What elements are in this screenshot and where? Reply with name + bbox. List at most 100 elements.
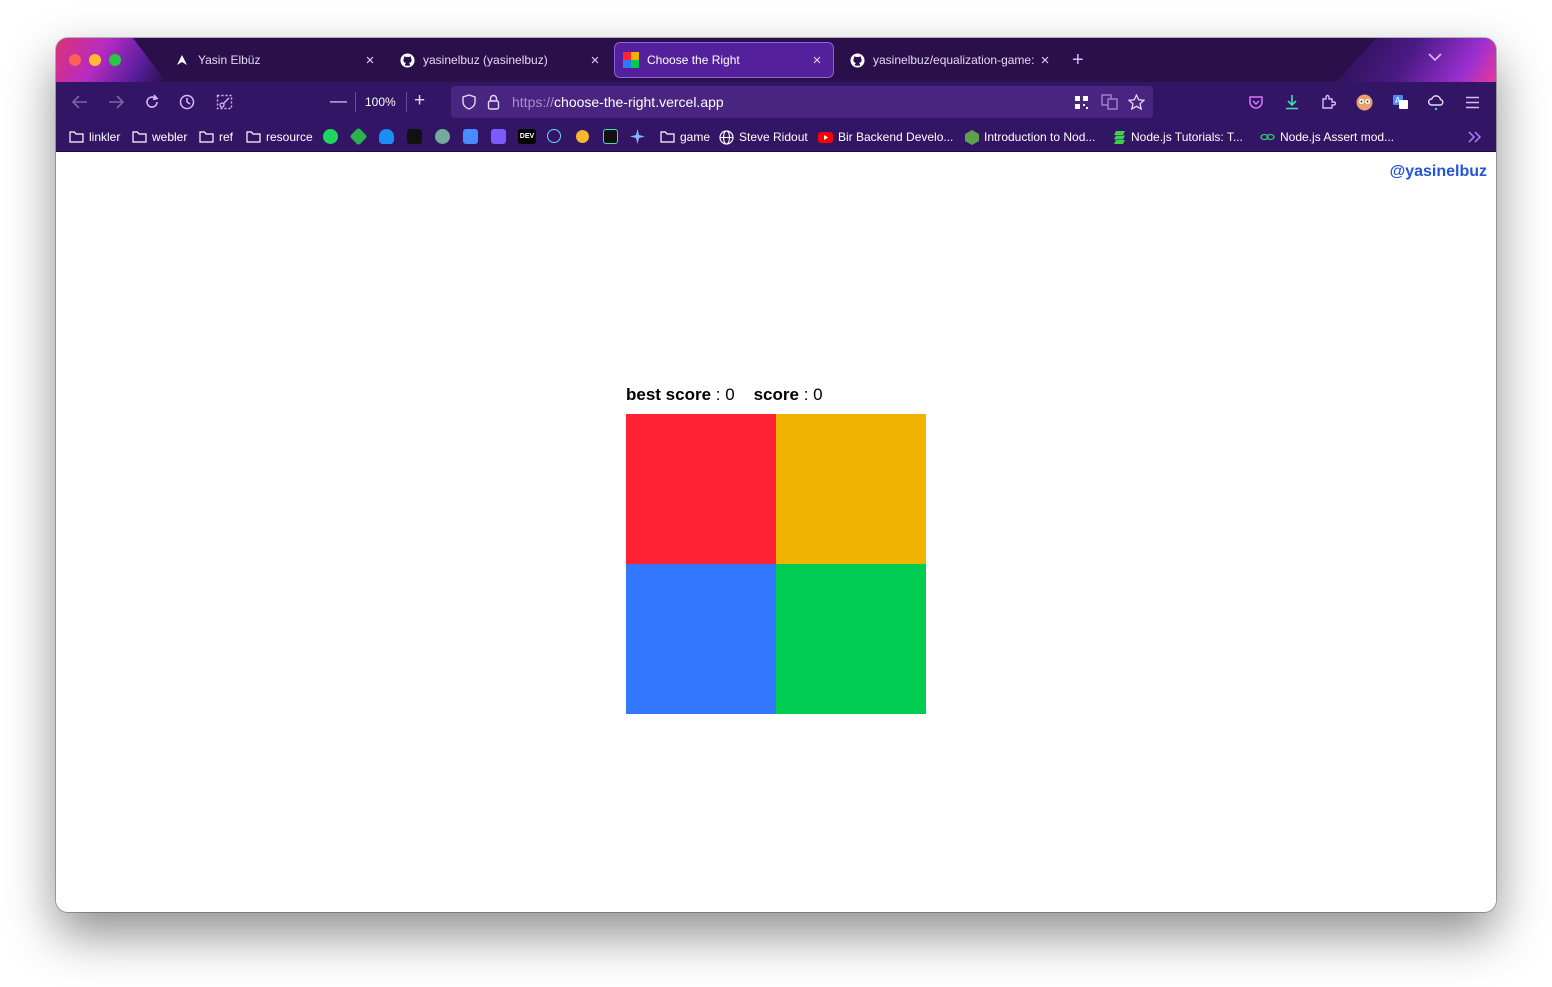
zoom-out-button[interactable]: —: [330, 91, 347, 111]
zoom-level[interactable]: 100%: [365, 95, 396, 109]
folder-icon: [199, 131, 214, 143]
bookmark-label: Introduction to Nod...: [984, 130, 1096, 144]
bookmark-label: Node.js Assert mod...: [1280, 130, 1395, 144]
more-bookmarks-chevron-icon[interactable]: [1468, 128, 1482, 146]
bookmark-label: ref: [219, 130, 234, 144]
score-value: 0: [813, 385, 823, 404]
new-tab-button[interactable]: +: [1072, 50, 1084, 70]
bookmark-label: webler: [152, 130, 188, 144]
bookmark-folder-game[interactable]: game: [660, 128, 710, 146]
folder-icon: [132, 131, 147, 143]
score-label: score: [753, 385, 799, 404]
tab-github-repo[interactable]: yasinelbuz/equalization-game: ×: [841, 42, 1061, 78]
zoom-in-button[interactable]: +: [414, 90, 425, 112]
bookmark-folder-webler[interactable]: webler: [132, 128, 187, 146]
theme-decoration-right: [1336, 38, 1496, 82]
green-square[interactable]: [776, 564, 926, 714]
tab-label: Choose the Right: [647, 53, 740, 67]
page-content: @yasinelbuz best score : 0 score : 0: [56, 152, 1496, 912]
bookmark-backend-developer[interactable]: Bir Backend Develo...: [818, 128, 953, 146]
maximize-window-button[interactable]: [109, 54, 121, 66]
bookmark-folder-ref[interactable]: ref: [199, 128, 233, 146]
reload-icon[interactable]: [142, 92, 162, 112]
profile-avatar-icon[interactable]: [1354, 92, 1374, 112]
red-square[interactable]: [626, 414, 776, 564]
close-icon[interactable]: ×: [1037, 52, 1053, 69]
tab-label: yasinelbuz/equalization-game:: [873, 53, 1035, 67]
score-bar: best score : 0 score : 0: [626, 385, 823, 404]
cloud-sync-icon[interactable]: [1426, 92, 1446, 112]
globe-icon: [719, 129, 734, 145]
bookmark-label: game: [680, 130, 711, 144]
github-icon: [399, 52, 415, 68]
divider: [355, 92, 356, 112]
github-icon: [849, 52, 865, 68]
activity-icon[interactable]: [603, 129, 618, 144]
folder-icon: [246, 131, 261, 143]
author-link[interactable]: @yasinelbuz: [1390, 163, 1487, 181]
react-icon[interactable]: [547, 129, 561, 143]
youtube-icon: [818, 131, 833, 143]
sparkle-icon[interactable]: [630, 129, 645, 144]
yellow-square[interactable]: [776, 414, 926, 564]
translate-icon[interactable]: [463, 129, 478, 144]
stack-icon: [1113, 130, 1126, 145]
cursor-icon[interactable]: [407, 129, 422, 144]
spotify-icon[interactable]: [323, 129, 338, 144]
qr-code-icon[interactable]: [1071, 92, 1091, 112]
blue-square[interactable]: [626, 564, 776, 714]
dev-icon[interactable]: DEV: [518, 129, 536, 144]
close-icon[interactable]: ×: [809, 52, 825, 69]
bookmark-label: Steve Ridout: [739, 130, 808, 144]
url-field[interactable]: https://choose-the-right.vercel.app: [512, 94, 724, 110]
bookmark-star-icon[interactable]: [1126, 92, 1146, 112]
tab-choose-the-right[interactable]: Choose the Right ×: [614, 42, 834, 78]
lock-icon[interactable]: [483, 92, 503, 112]
translate-page-icon[interactable]: [1099, 92, 1119, 112]
triangle-logo-icon: [174, 52, 190, 68]
menu-icon[interactable]: [1462, 92, 1482, 112]
cloud-icon[interactable]: [379, 129, 394, 144]
url-protocol: https://: [512, 94, 555, 110]
divider: [406, 92, 407, 112]
translate-extension-icon[interactable]: A: [1390, 92, 1410, 112]
list-tabs-chevron-icon[interactable]: [1428, 50, 1442, 65]
tools-icon[interactable]: [491, 129, 506, 144]
four-colors-icon: [623, 52, 639, 68]
feedly-icon[interactable]: [349, 127, 368, 146]
history-icon[interactable]: [177, 92, 197, 112]
bookmark-label: linkler: [89, 130, 121, 144]
bookmark-label: resource: [266, 130, 313, 144]
close-icon[interactable]: ×: [587, 52, 603, 69]
bookmark-folder-resource[interactable]: resource: [246, 128, 313, 146]
downloads-icon[interactable]: [1282, 92, 1302, 112]
shield-icon[interactable]: [459, 92, 479, 112]
tab-label: yasinelbuz (yasinelbuz): [423, 53, 548, 67]
bookmark-folder-linkler[interactable]: linkler: [69, 128, 120, 146]
address-bar[interactable]: https://choose-the-right.vercel.app: [451, 86, 1153, 118]
close-window-button[interactable]: [69, 54, 81, 66]
close-icon[interactable]: ×: [362, 52, 378, 69]
tab-bar: Yasin Elbüz × yasinelbuz (yasinelbuz) × …: [56, 38, 1496, 82]
tab-yasin-elbuz[interactable]: Yasin Elbüz ×: [166, 42, 386, 78]
back-icon[interactable]: [70, 92, 90, 112]
bookmark-label: Node.js Tutorials: T...: [1131, 130, 1243, 144]
bookmark-steve-ridout[interactable]: Steve Ridout: [719, 128, 808, 146]
tab-github-profile[interactable]: yasinelbuz (yasinelbuz) ×: [391, 42, 611, 78]
bookmark-intro-nodejs[interactable]: Introduction to Nod...: [965, 128, 1095, 146]
pocket-icon[interactable]: [1246, 92, 1266, 112]
link-icon: [1260, 132, 1275, 142]
forward-icon[interactable]: [106, 92, 126, 112]
extensions-icon[interactable]: [1318, 92, 1338, 112]
bookmark-nodejs-assert[interactable]: Node.js Assert mod...: [1260, 128, 1394, 146]
openai-icon[interactable]: [435, 129, 450, 144]
folder-icon: [69, 131, 84, 143]
minimize-window-button[interactable]: [89, 54, 101, 66]
color-board: [626, 414, 926, 714]
circle-icon[interactable]: [576, 130, 589, 143]
screenshot-icon[interactable]: [214, 92, 234, 112]
bookmark-label: Bir Backend Develo...: [838, 130, 954, 144]
nodejs-icon: [965, 129, 979, 145]
folder-icon: [660, 131, 675, 143]
bookmark-nodejs-tutorials[interactable]: Node.js Tutorials: T...: [1113, 128, 1243, 146]
